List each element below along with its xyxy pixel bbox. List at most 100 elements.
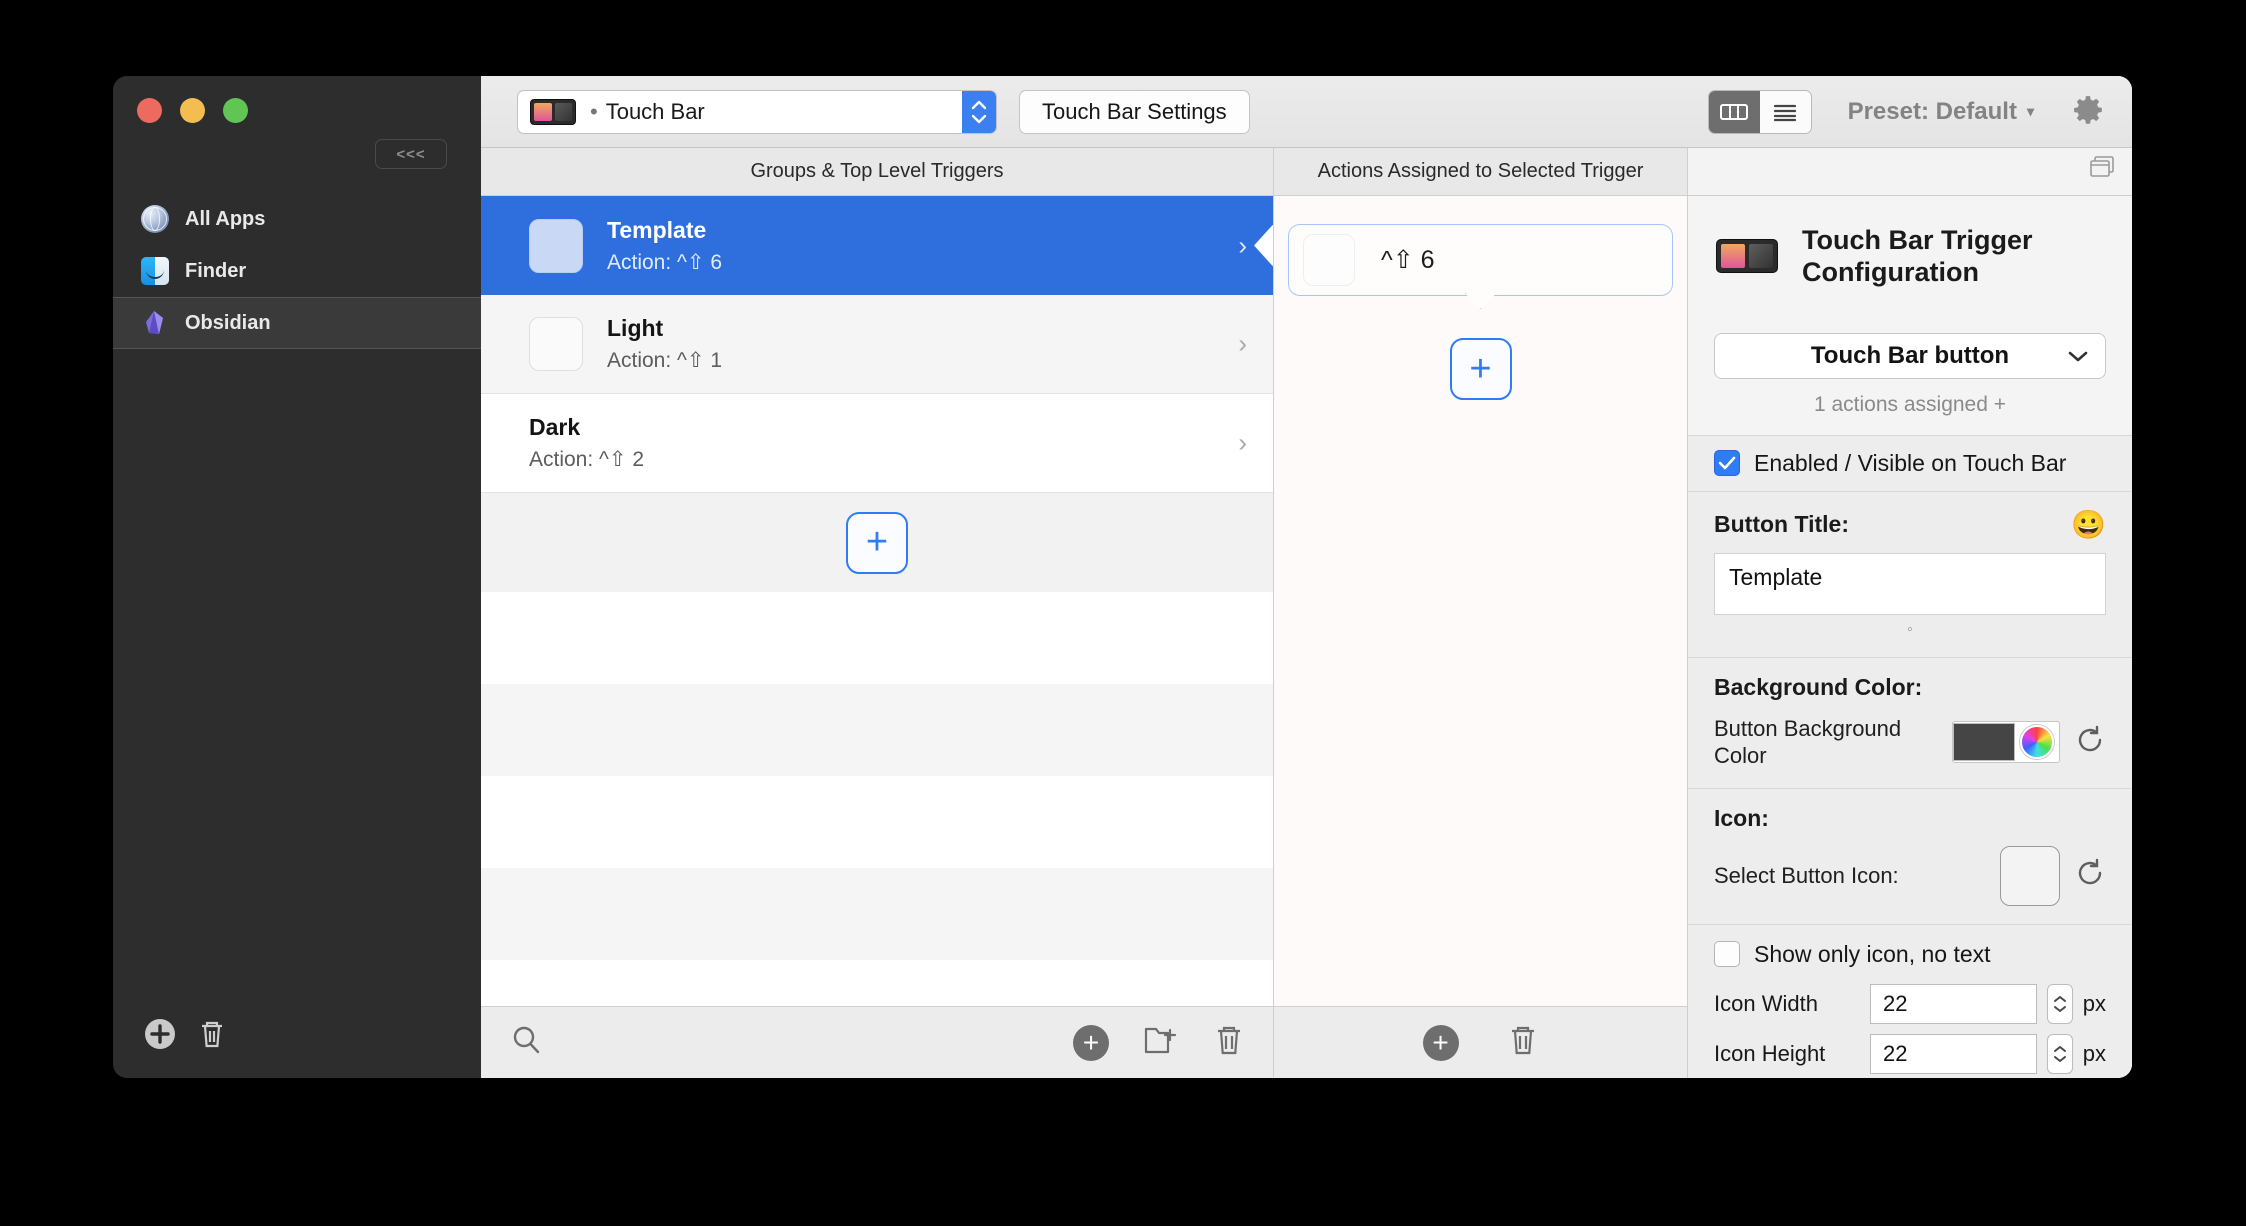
color-wheel-icon[interactable] [2020,725,2054,760]
sidebar-item-label: All Apps [185,207,266,230]
reset-color-icon[interactable] [2074,725,2106,760]
icon-width-stepper[interactable] [2046,983,2073,1024]
show-only-icon-row[interactable]: Show only icon, no text [1714,941,2106,974]
search-icon[interactable] [509,1023,543,1062]
icon-height-row: Icon Height 22 px [1714,1033,2106,1074]
preset-menu[interactable]: Preset: Default ▾ [1848,98,2034,126]
empty-row [481,868,1273,960]
page-title: Touch Bar Trigger Configuration [1802,225,2033,288]
icon-width-unit: px [2082,990,2106,1016]
background-color-label: Background Color: [1714,673,1923,700]
gear-icon[interactable] [2070,91,2106,132]
color-picker-control[interactable] [1952,721,2060,764]
empty-row [481,684,1273,776]
chevron-right-icon[interactable]: › [1238,329,1247,360]
add-action-button[interactable]: + [1449,338,1512,400]
icon-section-label: Icon: [1714,804,1769,831]
device-selector-value: • Touch Bar [590,98,705,124]
add-group-button[interactable]: + [846,511,908,574]
icon-width-input[interactable]: 22 [1870,983,2037,1024]
touch-bar-icon [1716,239,1778,274]
sidebar-item-all-apps[interactable]: All Apps [113,193,481,245]
row-title: Light [607,315,664,341]
chevron-down-icon [2067,342,2089,370]
button-icon-well[interactable] [2000,845,2060,906]
actions-pane: ^⇧ 6 + + [1274,196,1688,1078]
selection-notch [1254,223,1273,268]
groups-column-header: Groups & Top Level Triggers [481,148,1274,195]
inspector-pane: Touch Bar Trigger Configuration Touch Ba… [1688,196,2132,1078]
icon-size-block: Show only icon, no text Icon Width 22 px… [1688,924,2132,1078]
table-row[interactable]: Dark Action: ^⇧ 2 › [481,394,1273,493]
list-item[interactable]: ^⇧ 6 [1288,224,1673,296]
collapse-sidebar-button[interactable]: <<< [375,139,447,169]
app-sidebar: <<< All Apps Finder Obsidian [113,76,481,1078]
checkbox-unchecked-icon[interactable] [1714,941,1740,968]
zoom-button[interactable] [223,98,248,123]
resize-grip-icon[interactable]: ◦ [1714,621,2106,639]
show-only-icon-label: Show only icon, no text [1754,940,1991,967]
toolbar-right-group: Preset: Default ▾ [1707,89,2106,134]
emoji-picker-icon[interactable]: 😀 [2071,508,2106,541]
select-button-icon-label: Select Button Icon: [1714,863,1899,889]
button-bg-color-label: Button Background Color [1714,715,1902,769]
empty-row [481,776,1273,868]
row-title: Dark [529,414,581,440]
row-icon-swatch [529,317,583,371]
table-row[interactable]: Template Action: ^⇧ 6 › [481,196,1273,295]
touch-bar-icon [530,98,576,125]
add-group-zone: + [481,493,1273,592]
groups-list: Template Action: ^⇧ 6 › Light Action: ^⇧… [481,196,1273,1006]
reset-icon-icon[interactable] [2074,858,2106,893]
color-swatch[interactable] [1953,723,2015,762]
inspector-header-bar [1688,148,2132,195]
device-selector-stepper[interactable] [962,90,996,133]
empty-row [481,592,1273,684]
row-subtitle: Action: ^⇧ 6 [607,250,722,274]
sidebar-item-finder[interactable]: Finder [113,245,481,297]
actions-column-header: Actions Assigned to Selected Trigger [1274,148,1688,195]
device-selector[interactable]: • Touch Bar [517,89,997,134]
icon-height-input[interactable]: 22 [1870,1033,2037,1074]
sidebar-item-label: Obsidian [185,311,271,334]
sidebar-app-list: All Apps Finder Obsidian [113,193,481,349]
obsidian-icon [141,309,169,337]
chevron-right-icon[interactable]: › [1238,428,1247,459]
add-icon[interactable]: + [1073,1024,1109,1061]
trigger-type-value: Touch Bar button [1810,341,2010,369]
minimize-button[interactable] [180,98,205,123]
list-view-icon[interactable] [1759,90,1811,133]
new-folder-icon[interactable] [1143,1024,1179,1061]
row-title: Template [607,216,707,243]
chevron-right-icon[interactable]: › [1238,230,1247,261]
row-icon-swatch [529,218,583,273]
close-button[interactable] [137,98,162,123]
action-icon-swatch [1303,234,1355,286]
app-toolbar: • Touch Bar Touch Bar Settings Preset: D… [481,76,2132,148]
trash-icon[interactable] [195,1017,229,1056]
chevron-down-icon: ▾ [2026,103,2034,119]
action-label: ^⇧ 6 [1381,246,1435,274]
checkbox-checked-icon[interactable] [1714,450,1740,477]
enabled-checkbox-row[interactable]: Enabled / Visible on Touch Bar [1688,435,2132,492]
trash-icon[interactable] [1507,1023,1539,1062]
icon-height-stepper[interactable] [2046,1033,2073,1074]
add-icon[interactable]: + [1422,1024,1459,1061]
windows-icon[interactable] [2090,156,2116,186]
touch-bar-settings-button[interactable]: Touch Bar Settings [1019,89,1250,134]
finder-icon [141,257,169,285]
trigger-type-section: Touch Bar button 1 actions assigned + [1688,314,2132,436]
table-row[interactable]: Light Action: ^⇧ 1 › [481,295,1273,394]
add-icon[interactable] [143,1017,177,1056]
assigned-actions-list: ^⇧ 6 + [1274,196,1687,1006]
trigger-type-dropdown[interactable]: Touch Bar button [1714,332,2106,379]
button-title-label: Button Title: 😀 [1714,508,2106,541]
globe-icon [141,205,169,233]
trash-icon[interactable] [1213,1023,1245,1062]
button-title-input[interactable]: Template [1714,552,2106,615]
columns-view-icon[interactable] [1708,90,1760,133]
sidebar-item-label: Finder [185,259,247,282]
actions-assigned-text: 1 actions assigned + [1813,392,2007,416]
view-mode-segmented-control[interactable] [1707,89,1812,134]
sidebar-item-obsidian[interactable]: Obsidian [113,297,481,349]
